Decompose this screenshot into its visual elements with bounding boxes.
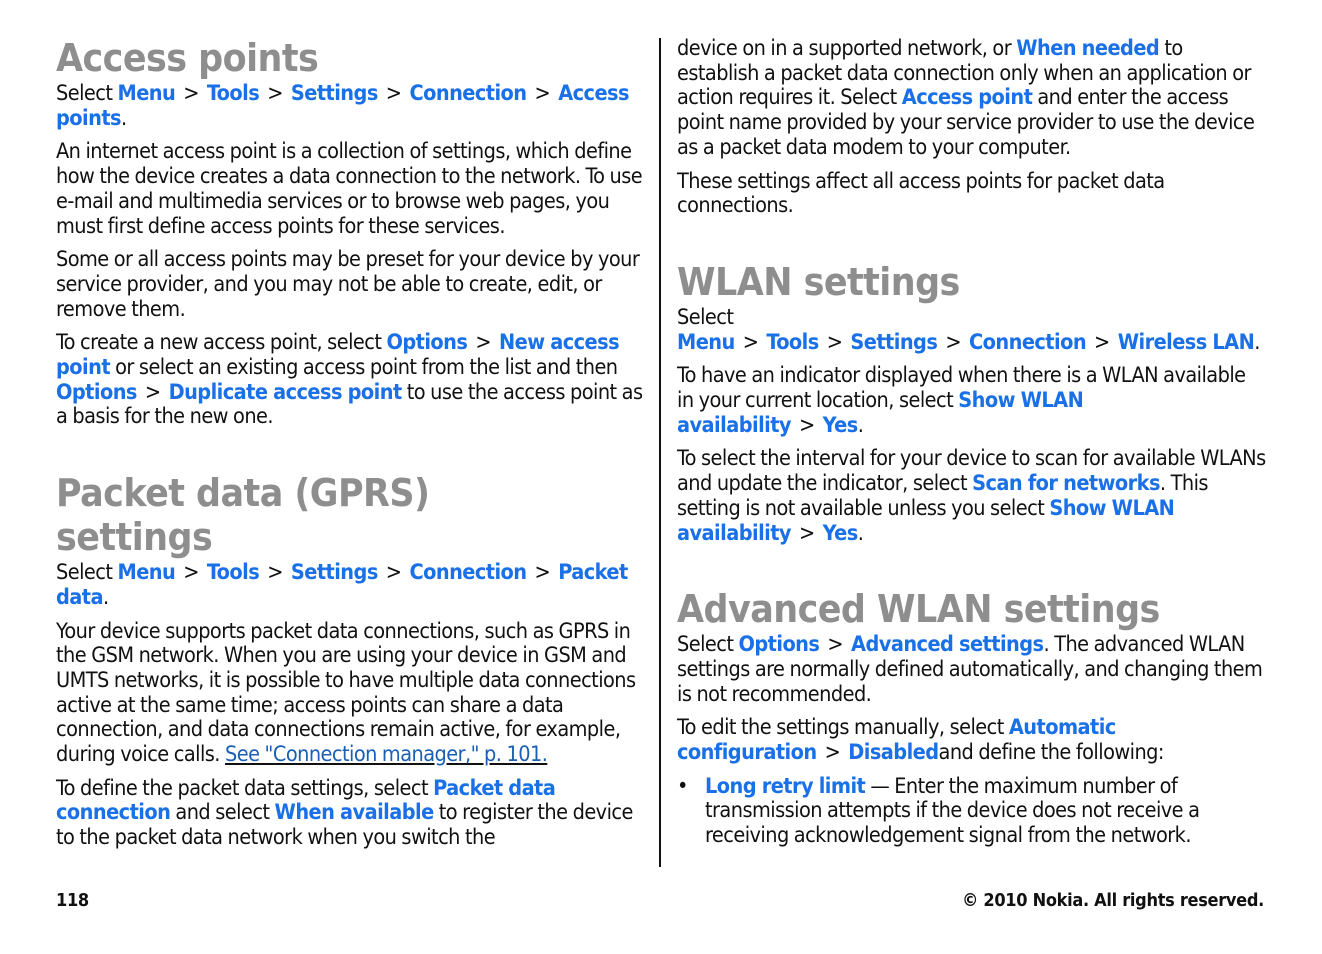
path-settings[interactable]: Settings [291,81,378,106]
link-when-needed[interactable]: When needed [1016,36,1160,61]
path-connection[interactable]: Connection [409,81,527,106]
heading-access-points: Access points [56,36,319,80]
separator: > [144,379,161,405]
link-duplicate-access-point[interactable]: Duplicate access point [169,380,403,405]
path-menu[interactable]: Menu [117,560,175,585]
path-connection[interactable]: Connection [409,560,527,585]
text: device on in a supported network, or [677,36,1012,61]
separator: > [534,81,551,106]
paragraph: device on in a supported network, or Whe… [677,36,1267,161]
link-long-retry-limit[interactable]: Long retry limit [705,774,866,799]
heading-packet-data: Packet data (GPRS) settings [56,471,430,560]
page-number: 118 [56,890,89,911]
link-options[interactable]: Options [738,632,819,657]
path-tools[interactable]: Tools [207,81,260,106]
menu-path-packet-data: Select Menu > Tools > Settings > Connection > Pa… [56,560,644,610]
paragraph: Your device supports packet data connect… [56,619,644,768]
bullet-icon: • [677,773,688,799]
copyright: © 2010 Nokia. All rights reserved. [962,890,1264,911]
paragraph: To define the packet data settings, sele… [56,775,644,851]
path-connection[interactable]: Connection [969,330,1087,355]
period: . [857,412,864,438]
text: and define the following: [938,740,1165,766]
paragraph: To create a new access point, select Opt… [56,330,644,430]
link-options[interactable]: Options [56,380,137,405]
xref-connection-manager[interactable]: See "Connection manager," p. 101. [225,742,548,767]
heading-wlan-settings: WLAN settings [677,259,960,304]
column-divider [659,38,661,867]
text: or select an existing access point from … [115,355,618,381]
separator: > [267,81,283,106]
separator: > [267,560,283,586]
separator: > [183,560,199,586]
path-select: Select [677,304,734,330]
separator: > [826,329,843,355]
link-when-available[interactable]: When available [275,800,435,826]
bullet-list: • Long retry limit — Enter the maximum n… [677,773,1267,849]
text: and select [175,800,270,826]
text: To define the packet data settings, sele… [56,775,429,801]
right-column: device on in a supported network, or Whe… [677,36,1267,849]
path-select: Select [56,81,113,106]
text: To edit the settings manually, select [677,715,1004,741]
paragraph: To edit the settings manually, select Au… [677,716,1267,765]
paragraph: To select the interval for your device t… [677,447,1267,546]
separator: > [827,632,844,658]
left-column: Access points Select Menu > Tools > Settings… [56,30,644,860]
list-item: • Long retry limit — Enter the maximum n… [677,773,1267,849]
separator: > [385,81,402,106]
menu-path-access-points: Select Menu > Tools > Settings > Connection > Ac… [56,81,644,131]
menu-path-wlan: Select Menu > Tools > Settings > Connection > Wi… [677,304,1267,355]
separator: > [798,520,815,546]
paragraph: To have an indicator displayed when ther… [677,364,1267,438]
paragraph: Select Options > Advanced settings. The ad… [677,632,1267,707]
path-tools[interactable]: Tools [766,330,819,355]
separator: > [475,330,492,356]
separator: > [183,81,199,106]
separator: > [1094,329,1110,355]
separator: > [385,560,402,586]
period: . [1254,329,1260,355]
path-menu[interactable]: Menu [677,330,735,355]
path-wireless-lan[interactable]: Wireless LAN [1118,330,1255,355]
path-menu[interactable]: Menu [117,81,175,106]
link-disabled[interactable]: Disabled [848,740,939,765]
separator: > [534,560,551,586]
separator: > [945,329,961,355]
period: . [857,520,864,546]
link-yes[interactable]: Yes [823,521,859,546]
path-tools[interactable]: Tools [207,560,260,585]
period: . [121,105,127,131]
paragraph: Some or all access points may be preset … [56,247,640,322]
link-yes[interactable]: Yes [823,413,859,438]
heading-advanced-wlan-settings: Advanced WLAN settings [677,587,1160,632]
paragraph: These settings affect all access points … [677,168,1165,219]
link-scan-for-networks[interactable]: Scan for networks [972,471,1160,496]
link-access-point[interactable]: Access point [902,85,1033,111]
path-settings[interactable]: Settings [291,560,378,585]
link-advanced-settings[interactable]: Advanced settings [851,632,1044,657]
link-options[interactable]: Options [386,330,467,355]
separator: > [742,329,759,355]
separator: > [824,740,841,766]
separator: > [798,412,815,438]
path-select: Select [56,560,113,586]
period: . [103,584,109,610]
paragraph: An internet access point is a collection… [56,139,643,239]
path-settings[interactable]: Settings [850,330,937,355]
text: Select [677,632,734,658]
text: To create a new access point, select [56,330,382,356]
